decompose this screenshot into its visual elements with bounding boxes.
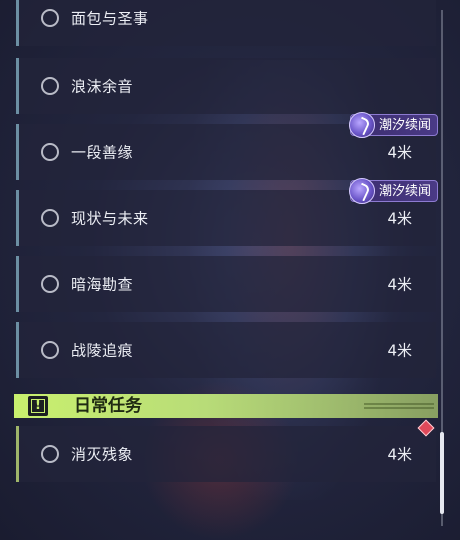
- quest-radio-icon[interactable]: [41, 209, 59, 227]
- tide-icon: [348, 178, 375, 204]
- quest-radio-icon[interactable]: [41, 341, 59, 359]
- scrollbar-thumb[interactable]: [440, 432, 444, 514]
- quest-title: 一段善缘: [71, 143, 134, 162]
- quest-item[interactable]: 面包与圣事: [16, 0, 436, 46]
- quest-distance: 4米: [387, 445, 412, 464]
- quest-distance: 4米: [387, 341, 412, 360]
- quest-tag-label: 潮汐续闻: [378, 184, 431, 199]
- quest-radio-icon[interactable]: [41, 143, 59, 161]
- quest-radio-icon[interactable]: [41, 445, 59, 463]
- quest-title: 消灭残象: [71, 445, 134, 464]
- exclamation-icon: !: [28, 396, 48, 416]
- quest-item[interactable]: 浪沫余音: [16, 58, 436, 114]
- alert-diamond-icon: [417, 419, 435, 437]
- quest-radio-icon[interactable]: [41, 9, 59, 27]
- quest-title: 浪沫余音: [71, 77, 134, 96]
- quest-title: 面包与圣事: [71, 9, 149, 28]
- quest-radio-icon[interactable]: [41, 77, 59, 95]
- quest-item[interactable]: 暗海勘查 4米: [16, 256, 436, 312]
- quest-tag-badge: 潮汐续闻: [348, 178, 438, 204]
- header-decoration: [364, 401, 434, 411]
- quest-item[interactable]: 潮汐续闻 一段善缘 4米: [16, 112, 438, 180]
- quest-distance: 4米: [387, 143, 412, 162]
- quest-tag-label: 潮汐续闻: [378, 118, 431, 133]
- quest-item[interactable]: 潮汐续闻 现状与未来 4米: [16, 178, 438, 246]
- tide-icon: [348, 112, 375, 138]
- quest-radio-icon[interactable]: [41, 275, 59, 293]
- quest-distance: 4米: [387, 209, 412, 228]
- daily-section-title: 日常任务: [74, 396, 142, 416]
- quest-tag-badge: 潮汐续闻: [348, 112, 438, 138]
- quest-title: 暗海勘查: [71, 275, 134, 294]
- quest-item[interactable]: 战陵追痕 4米: [16, 322, 436, 378]
- daily-quest-item[interactable]: 消灭残象 4米: [16, 419, 436, 482]
- quest-title: 现状与未来: [71, 209, 149, 228]
- quest-distance: 4米: [387, 275, 412, 294]
- daily-section-header[interactable]: ! 日常任务: [14, 394, 438, 418]
- quest-title: 战陵追痕: [71, 341, 134, 360]
